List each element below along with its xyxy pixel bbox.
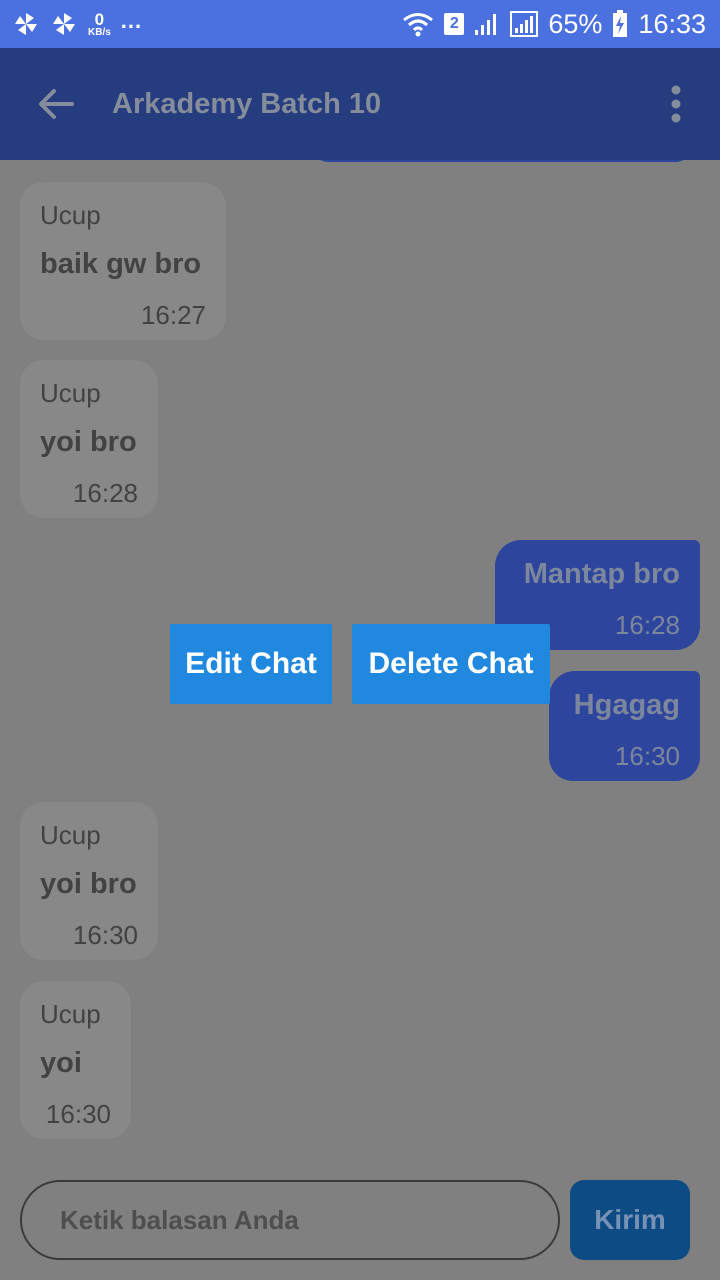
back-button[interactable] — [36, 86, 76, 122]
message-time: 16:28 — [72, 478, 138, 508]
arrow-left-icon — [39, 89, 74, 119]
signal-icon — [474, 12, 500, 36]
reply-input[interactable] — [20, 1180, 560, 1260]
page-title: Arkademy Batch 10 — [112, 88, 382, 120]
message-sender: Ucup — [40, 999, 101, 1029]
status-bar: 0 KB/s ... 2 65% 16:33 — [0, 0, 720, 48]
wifi-icon — [402, 11, 434, 37]
app-bar: Arkademy Batch 10 — [0, 48, 720, 160]
message-text: Hgagag — [573, 689, 680, 721]
network-speed-value: 0 — [94, 9, 105, 29]
chat-screen: 0 KB/s ... 2 65% 16:33 Arkademy Batch 10… — [0, 0, 720, 1280]
status-clock: 16:33 — [638, 8, 706, 39]
edit-chat-button[interactable]: Edit Chat — [170, 624, 332, 704]
delete-chat-button[interactable]: Delete Chat — [352, 624, 550, 704]
send-button[interactable]: Kirim — [570, 1180, 690, 1260]
pinwheel-icon — [12, 10, 40, 38]
message-bubble-incoming[interactable]: Ucup baik gw bro 16:27 — [20, 182, 226, 340]
network-speed: 0 KB/s — [88, 11, 111, 38]
message-bubble-outgoing[interactable]: Hgagag 16:30 — [549, 671, 700, 781]
message-time: 16:27 — [140, 300, 206, 330]
sim-badge: 2 — [444, 13, 465, 35]
message-text: yoi bro — [40, 426, 137, 458]
message-text: yoi — [40, 1047, 82, 1079]
battery-percent: 65% — [548, 8, 603, 39]
battery-charging-icon — [612, 10, 628, 38]
message-sender: Ucup — [40, 820, 101, 850]
status-bar-right: 2 65% 16:33 — [402, 9, 706, 40]
message-text: Mantap bro — [523, 558, 680, 590]
message-sender: Ucup — [40, 200, 101, 230]
message-time: 16:28 — [614, 610, 680, 640]
message-bubble-incoming[interactable]: Ucup yoi bro 16:30 — [20, 802, 158, 960]
more-vert-icon — [671, 85, 681, 123]
message-bubble-incoming[interactable]: Ucup yoi bro 16:28 — [20, 360, 158, 518]
signal-icon — [510, 11, 539, 37]
message-text: yoi bro — [40, 868, 137, 900]
message-time: 16:30 — [72, 920, 138, 950]
message-bubble-incoming[interactable]: Ucup yoi 16:30 — [20, 981, 131, 1139]
more-notifications-dots: ... — [120, 8, 143, 33]
status-bar-left: 0 KB/s ... — [12, 8, 143, 38]
message-time: 16:30 — [45, 1099, 111, 1129]
message-time: 16:30 — [614, 741, 680, 771]
pinwheel-icon — [50, 10, 78, 38]
network-speed-unit: KB/s — [88, 26, 111, 38]
message-text: baik gw bro — [40, 248, 202, 280]
message-sender: Ucup — [40, 378, 101, 408]
overflow-menu-button[interactable] — [664, 84, 688, 124]
